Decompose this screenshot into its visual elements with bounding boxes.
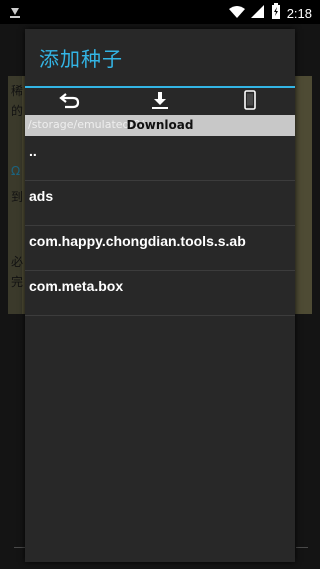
file-toolbar — [25, 89, 295, 115]
back-button[interactable] — [40, 89, 100, 115]
download-icon — [150, 90, 170, 114]
list-item[interactable]: com.meta.box — [25, 271, 295, 316]
undo-icon — [59, 91, 81, 113]
add-torrent-dialog: 添加种子 /storage/emulated/0/ Download .. ad… — [25, 29, 295, 562]
status-time: 2:18 — [286, 5, 312, 21]
list-item-parent[interactable]: .. — [25, 136, 295, 181]
phone-icon — [244, 90, 256, 114]
list-item-label: com.happy.chongdian.tools.s.ab — [29, 233, 246, 249]
path-bar: /storage/emulated/0/ Download — [25, 115, 295, 136]
download-folder-button[interactable] — [130, 89, 190, 115]
list-item-label: ads — [29, 188, 54, 204]
device-storage-button[interactable] — [220, 89, 280, 115]
battery-icon — [271, 3, 281, 23]
list-item-label: com.meta.box — [29, 278, 124, 294]
list-item[interactable]: ads — [25, 181, 295, 226]
list-item[interactable]: com.happy.chongdian.tools.s.ab — [25, 226, 295, 271]
signal-icon — [250, 4, 265, 23]
download-notification-icon — [8, 4, 22, 23]
current-folder: Download — [126, 118, 194, 132]
dialog-title: 添加种子 — [39, 47, 123, 71]
list-item-label: .. — [29, 143, 37, 159]
file-list: .. ads com.happy.chongdian.tools.s.ab co… — [25, 136, 295, 316]
title-divider — [25, 86, 295, 88]
status-bar: 2:18 — [0, 0, 320, 24]
wifi-icon — [228, 4, 245, 23]
